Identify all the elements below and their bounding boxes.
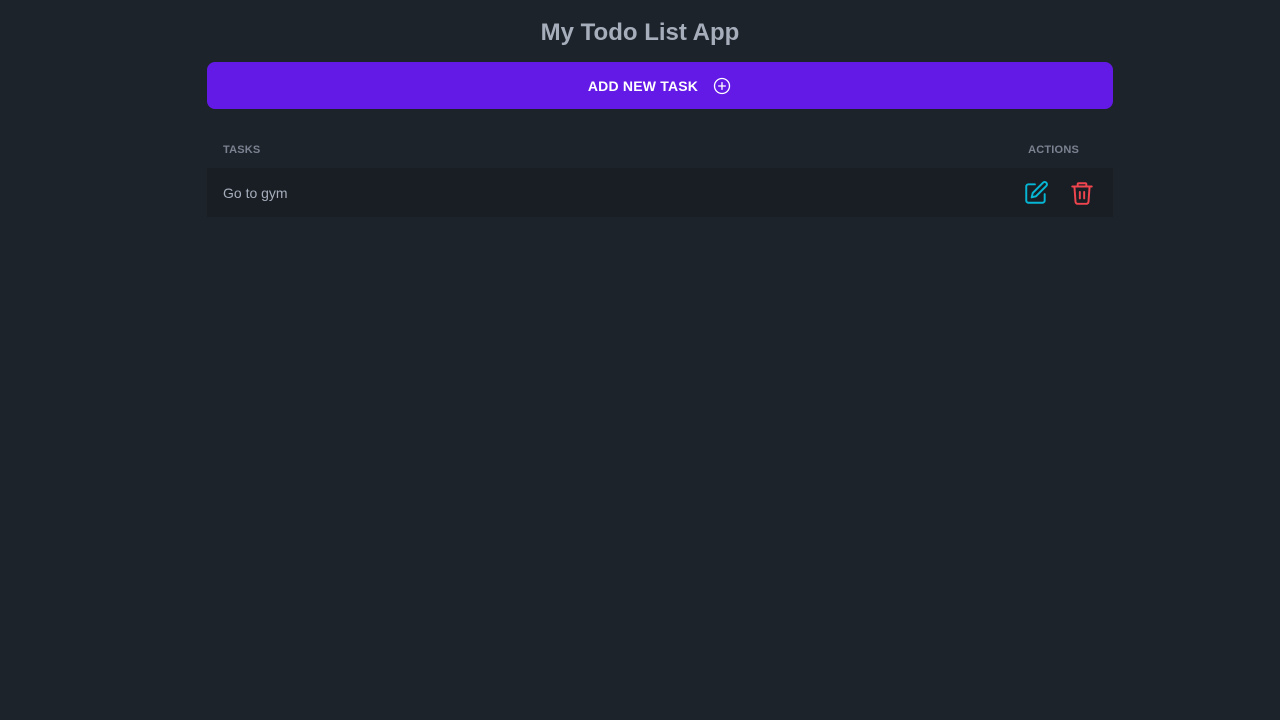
column-header-tasks: TASKS xyxy=(223,144,261,156)
trash-icon[interactable] xyxy=(1069,180,1095,206)
add-new-task-button[interactable]: ADD NEW TASK xyxy=(207,62,1113,109)
plus-circle-icon xyxy=(712,76,732,96)
edit-icon[interactable] xyxy=(1023,180,1049,206)
app-root: My Todo List App ADD NEW TASK TASKS ACTI… xyxy=(0,0,1280,720)
add-new-task-label: ADD NEW TASK xyxy=(587,77,699,94)
row-actions xyxy=(1023,180,1095,206)
column-header-actions: ACTIONS xyxy=(1028,144,1079,156)
task-name: Go to gym xyxy=(223,184,288,201)
table-row: Go to gym xyxy=(207,168,1113,217)
page-title: My Todo List App xyxy=(540,19,740,46)
tasks-table: TASKS ACTIONS Go to gym xyxy=(207,132,1113,217)
table-header: TASKS ACTIONS xyxy=(207,132,1113,168)
